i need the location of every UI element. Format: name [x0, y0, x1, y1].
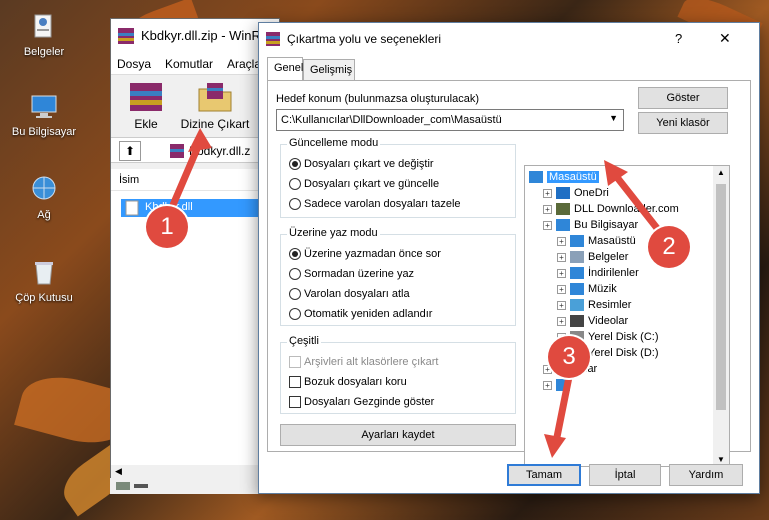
arrow-2 [612, 172, 664, 236]
callout-badge-2: 2 [648, 226, 690, 268]
arrow-1-head [188, 128, 212, 152]
arrow-3 [552, 368, 574, 446]
arrow-3-head [544, 434, 566, 458]
callout-badge-3: 3 [548, 336, 590, 378]
arrow-1 [166, 138, 204, 216]
callout-badge-1: 1 [146, 206, 188, 248]
